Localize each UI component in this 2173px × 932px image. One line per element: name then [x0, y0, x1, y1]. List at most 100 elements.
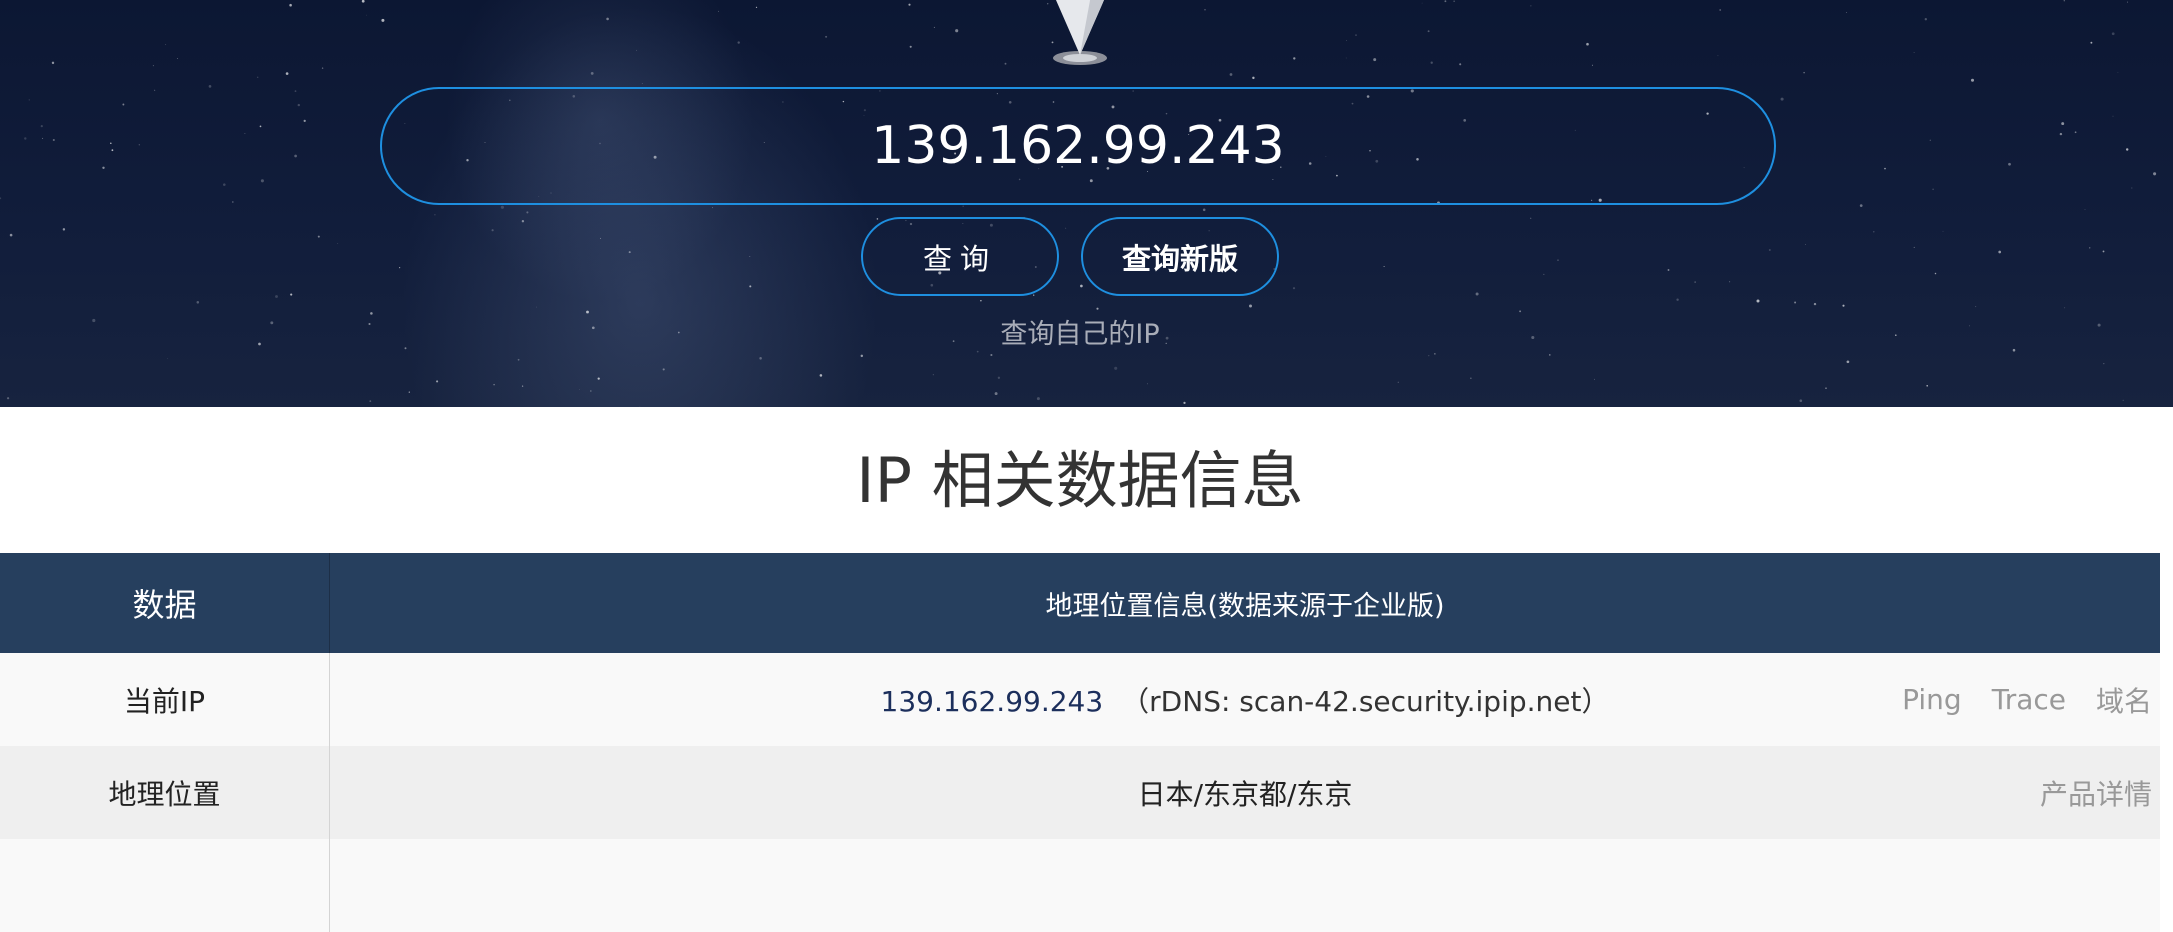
table-row	[0, 839, 2160, 932]
star-dot	[1926, 385, 1928, 387]
star-dot	[1667, 269, 1670, 271]
star-dot	[9, 233, 13, 237]
ping-link[interactable]: Ping	[1902, 683, 1962, 716]
star-dot	[500, 205, 504, 209]
row-label-location: 地理位置	[0, 746, 330, 839]
star-dot	[1345, 40, 1347, 41]
star-dot	[737, 41, 740, 44]
star-dot	[749, 256, 751, 258]
star-dot	[606, 17, 609, 21]
star-dot	[111, 149, 114, 152]
star-dot	[152, 65, 154, 67]
star-dot	[285, 72, 289, 75]
star-dot	[1676, 298, 1679, 301]
star-dot	[1355, 34, 1357, 36]
star-dot	[1383, 265, 1385, 268]
star-dot	[1096, 307, 1099, 310]
star-dot	[42, 137, 44, 139]
star-dot	[2122, 399, 2124, 402]
map-pin-icon	[1053, 0, 1107, 65]
star-dot	[1803, 71, 1805, 74]
star-dot	[712, 207, 713, 209]
star-dot	[62, 228, 66, 231]
star-dot	[1459, 63, 1462, 66]
star-dot	[0, 197, 2, 200]
star-dot	[639, 406, 641, 407]
star-dot	[962, 205, 964, 207]
star-dot	[1114, 366, 1118, 370]
trace-link[interactable]: Trace	[1992, 683, 2066, 716]
current-ip-value[interactable]: 139.162.99.243	[881, 685, 1104, 718]
star-dot	[2131, 187, 2133, 189]
star-dot	[1427, 30, 1430, 33]
star-dot	[208, 85, 212, 88]
star-dot	[2126, 1, 2128, 3]
star-dot	[990, 353, 993, 357]
star-dot	[40, 125, 43, 128]
row-actions: 产品详情	[2010, 746, 2152, 839]
domain-link[interactable]: 域名	[2096, 680, 2152, 720]
star-dot	[759, 357, 762, 360]
star-dot	[1249, 304, 1252, 308]
star-dot	[641, 83, 643, 84]
star-dot	[294, 154, 297, 158]
star-dot	[1975, 306, 1977, 308]
star-dot	[1717, 55, 1719, 57]
query-own-ip-link[interactable]: 查询自己的IP	[0, 312, 2160, 351]
star-dot	[290, 293, 293, 296]
star-dot	[1065, 227, 1067, 229]
star-dot	[2111, 32, 2115, 36]
star-dot	[2090, 41, 2093, 44]
star-dot	[122, 103, 125, 106]
star-dot	[1444, 0, 1447, 3]
star-dot	[1813, 302, 1817, 306]
star-dot	[1998, 250, 2002, 254]
query-new-version-button[interactable]: 查询新版	[1081, 217, 1279, 296]
star-dot	[1557, 259, 1559, 261]
star-dot	[154, 89, 156, 91]
star-dot	[436, 380, 439, 383]
star-dot	[1825, 387, 1827, 390]
section-title: IP 相关数据信息	[856, 444, 1304, 517]
star-dot	[1204, 9, 1206, 11]
star-dot	[2084, 209, 2086, 210]
row-actions: Ping Trace 域名	[1872, 653, 2152, 746]
star-dot	[876, 218, 879, 220]
star-dot	[718, 10, 719, 12]
star-dot	[260, 179, 264, 183]
table-header-row: 数据 地理位置信息(数据来源于企业版)	[0, 553, 2160, 653]
star-dot	[2059, 132, 2063, 136]
star-dot	[294, 90, 297, 92]
star-dot	[1475, 292, 1479, 296]
star-dot	[165, 44, 167, 46]
star-dot	[908, 3, 911, 6]
star-dot	[1293, 57, 1296, 60]
star-dot	[1252, 76, 1255, 80]
star-dot	[1873, 231, 1875, 233]
star-dot	[408, 391, 410, 393]
star-dot	[138, 144, 140, 146]
star-dot	[860, 354, 864, 358]
query-button[interactable]: 查询	[861, 217, 1059, 296]
star-dot	[2103, 363, 2105, 365]
star-dot	[1373, 58, 1377, 62]
star-dot	[1934, 272, 1937, 275]
star-dot	[1345, 57, 1347, 59]
star-dot	[1080, 284, 1083, 288]
star-dot	[1470, 377, 1472, 379]
star-dot	[275, 295, 278, 298]
star-dot	[491, 229, 494, 232]
star-dot	[589, 390, 592, 392]
star-dot	[1004, 62, 1007, 65]
star-dot	[955, 29, 959, 33]
star-dot	[628, 251, 631, 254]
rdns-value: （rDNS: scan-42.security.ipip.net）	[1121, 684, 1610, 718]
star-dot	[749, 285, 752, 288]
star-dot	[980, 299, 982, 302]
star-dot	[1884, 167, 1886, 170]
star-dot	[381, 18, 385, 22]
product-details-link[interactable]: 产品详情	[2040, 773, 2152, 813]
star-dot	[2112, 115, 2114, 117]
ip-search-input[interactable]	[380, 87, 1776, 205]
star-dot	[997, 376, 1001, 379]
